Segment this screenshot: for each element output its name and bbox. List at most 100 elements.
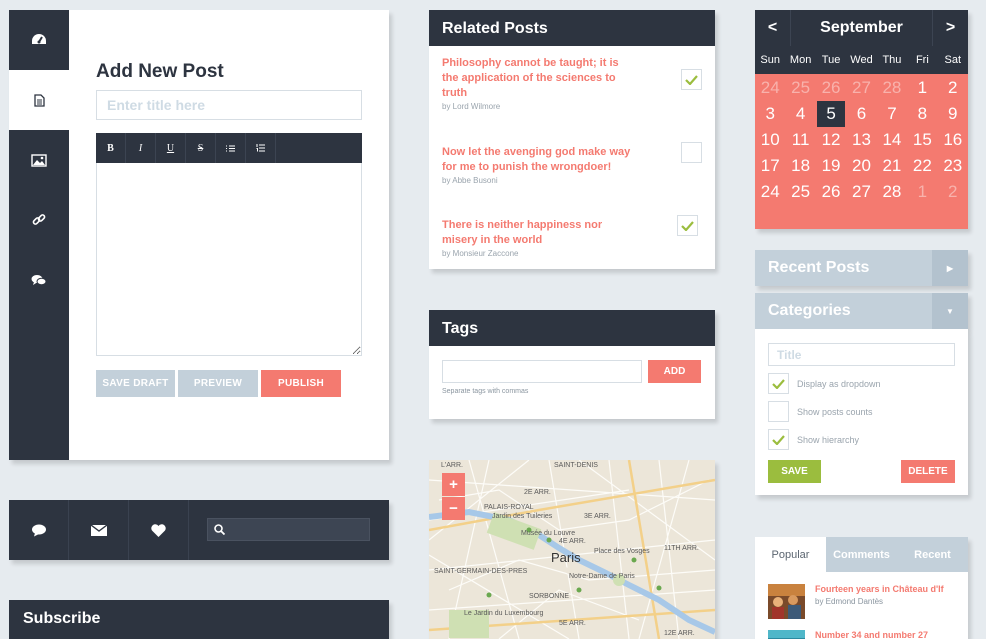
italic-button[interactable]: I xyxy=(126,133,156,163)
numbered-list-button[interactable] xyxy=(246,133,276,163)
calendar-day[interactable]: 28 xyxy=(877,179,907,205)
map-label: Musée du Louvre xyxy=(521,530,576,537)
sidebar-item-posts[interactable] xyxy=(9,70,69,130)
sidebar-item-links[interactable] xyxy=(9,190,69,250)
category-title-input[interactable]: Title xyxy=(768,343,955,366)
calendar-day[interactable]: 25 xyxy=(785,179,815,205)
add-tag-button[interactable]: ADD xyxy=(648,360,701,383)
option-show-hierarchy[interactable]: Show hierarchy xyxy=(768,429,859,450)
post-body-textarea[interactable] xyxy=(96,163,362,356)
calendar-day[interactable]: 20 xyxy=(846,153,876,179)
popular-post-item[interactable]: Number 34 and number 27 xyxy=(768,630,928,639)
tab-popular[interactable]: Popular xyxy=(755,537,826,572)
collapse-arrow-icon[interactable]: ▼ xyxy=(932,293,968,329)
map-widget[interactable]: + − L'ARR. SAINT-DENIS 2E ARR. PALAIS-RO… xyxy=(429,460,715,639)
related-post-checkbox[interactable] xyxy=(677,215,698,236)
post-title-input[interactable] xyxy=(96,90,362,120)
related-post-author: by Monsieur Zaccone xyxy=(442,249,519,258)
calendar-day[interactable]: 2 xyxy=(938,75,968,101)
calendar-day[interactable]: 14 xyxy=(877,127,907,153)
delete-button[interactable]: DELETE xyxy=(901,460,955,483)
sidebar-item-dashboard[interactable] xyxy=(9,10,69,70)
calendar-day[interactable]: 19 xyxy=(816,153,846,179)
calendar-day[interactable]: 6 xyxy=(846,101,876,127)
like-button[interactable] xyxy=(129,500,189,560)
tab-recent[interactable]: Recent xyxy=(897,537,968,572)
bold-button[interactable]: B xyxy=(96,133,126,163)
underline-button[interactable]: U xyxy=(156,133,186,163)
checkbox[interactable] xyxy=(768,373,789,394)
calendar-day[interactable]: 1 xyxy=(907,179,937,205)
calendar-next-button[interactable]: > xyxy=(933,10,968,46)
calendar-day[interactable]: 27 xyxy=(846,179,876,205)
calendar-day[interactable]: 11 xyxy=(785,127,815,153)
expand-arrow-icon[interactable]: ▶ xyxy=(932,250,968,286)
chat-button[interactable] xyxy=(9,500,69,560)
calendar-day[interactable]: 24 xyxy=(755,75,785,101)
related-post-title[interactable]: Philosophy cannot be taught; it is the a… xyxy=(442,56,632,101)
calendar-prev-button[interactable]: < xyxy=(755,10,790,46)
calendar-day[interactable]: 16 xyxy=(938,127,968,153)
calendar-day[interactable]: 28 xyxy=(877,75,907,101)
calendar-day[interactable]: 8 xyxy=(907,101,937,127)
mail-button[interactable] xyxy=(69,500,129,560)
editor-panel: Add New Post B I U S SAVE DRAFT PREVIEW … xyxy=(9,10,389,460)
calendar-day[interactable]: 26 xyxy=(816,75,846,101)
calendar-day[interactable]: 23 xyxy=(938,153,968,179)
calendar-day[interactable]: 17 xyxy=(755,153,785,179)
checkbox[interactable] xyxy=(768,429,789,450)
calendar-header: < September > xyxy=(755,10,968,46)
subscribe-panel: Subscribe xyxy=(9,600,389,639)
calendar-day[interactable]: 9 xyxy=(938,101,968,127)
tag-input[interactable] xyxy=(442,360,642,383)
save-draft-button[interactable]: SAVE DRAFT xyxy=(96,370,175,397)
related-post-title[interactable]: There is neither happiness nor misery in… xyxy=(442,218,632,248)
search-input[interactable] xyxy=(207,518,370,541)
related-post-checkbox[interactable] xyxy=(681,69,702,90)
popular-post-item[interactable]: Fourteen years in Château d'If by Edmond… xyxy=(768,584,944,619)
calendar-day[interactable]: 18 xyxy=(785,153,815,179)
option-show-counts[interactable]: Show posts counts xyxy=(768,401,873,422)
strikethrough-button[interactable]: S xyxy=(186,133,216,163)
save-button[interactable]: SAVE xyxy=(768,460,821,483)
calendar-day[interactable]: 26 xyxy=(816,179,846,205)
calendar-day[interactable]: 25 xyxy=(785,75,815,101)
calendar-day[interactable]: 10 xyxy=(755,127,785,153)
related-post-checkbox[interactable] xyxy=(681,142,702,163)
related-post-item[interactable]: Now let the avenging god make way for me… xyxy=(442,145,632,185)
calendar-day[interactable]: 12 xyxy=(816,127,846,153)
calendar-day[interactable]: 4 xyxy=(785,101,815,127)
calendar-day[interactable]: 7 xyxy=(877,101,907,127)
sidebar-item-comments[interactable] xyxy=(9,250,69,310)
option-display-dropdown[interactable]: Display as dropdown xyxy=(768,373,881,394)
calendar-day[interactable]: 2 xyxy=(938,179,968,205)
recent-posts-header[interactable]: Recent Posts ▶ xyxy=(755,250,968,286)
zoom-in-button[interactable]: + xyxy=(442,473,465,496)
bullet-list-button[interactable] xyxy=(216,133,246,163)
calendar-day[interactable]: 3 xyxy=(755,101,785,127)
calendar-day[interactable]: 21 xyxy=(877,153,907,179)
zoom-out-button[interactable]: − xyxy=(442,497,465,520)
calendar-day-today[interactable]: 5 xyxy=(816,101,846,127)
calendar-day[interactable]: 1 xyxy=(907,75,937,101)
related-post-title[interactable]: Now let the avenging god make way for me… xyxy=(442,145,632,175)
related-post-item[interactable]: Philosophy cannot be taught; it is the a… xyxy=(442,56,632,111)
calendar-day[interactable]: 27 xyxy=(846,75,876,101)
preview-button[interactable]: PREVIEW xyxy=(178,370,258,397)
popular-post-title[interactable]: Fourteen years in Château d'If xyxy=(815,584,944,594)
calendar-day[interactable]: 24 xyxy=(755,179,785,205)
categories-header[interactable]: Categories ▼ xyxy=(755,293,968,329)
recent-posts-title: Recent Posts xyxy=(768,259,870,276)
related-post-item[interactable]: There is neither happiness nor misery in… xyxy=(442,218,632,258)
map-city-label: Paris xyxy=(551,550,581,565)
checkmark-icon xyxy=(772,378,785,389)
calendar-day[interactable]: 22 xyxy=(907,153,937,179)
publish-button[interactable]: PUBLISH xyxy=(261,370,341,397)
strike-label: S xyxy=(197,142,204,154)
tab-comments[interactable]: Comments xyxy=(826,537,897,572)
checkbox[interactable] xyxy=(768,401,789,422)
calendar-day[interactable]: 15 xyxy=(907,127,937,153)
popular-post-title[interactable]: Number 34 and number 27 xyxy=(815,630,928,639)
calendar-day[interactable]: 13 xyxy=(846,127,876,153)
sidebar-item-media[interactable] xyxy=(9,130,69,190)
